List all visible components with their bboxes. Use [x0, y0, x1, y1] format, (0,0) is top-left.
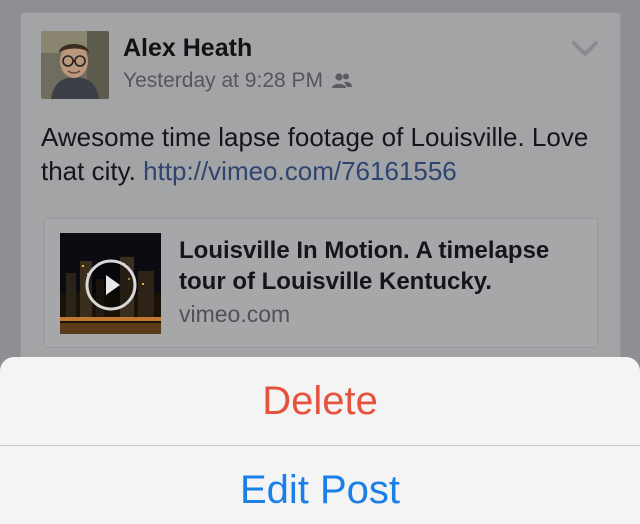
post-body: Awesome time lapse footage of Louisville… — [41, 120, 601, 188]
avatar[interactable] — [41, 31, 109, 99]
friends-icon[interactable] — [331, 72, 353, 90]
link-preview[interactable]: Louisville In Motion. A timelapse tour o… — [44, 218, 598, 348]
post-meta: Yesterday at 9:28 PM — [123, 69, 353, 93]
action-sheet: Delete Edit Post — [0, 357, 640, 524]
play-icon[interactable] — [83, 257, 139, 313]
avatar-image — [41, 31, 109, 99]
post-timestamp[interactable]: Yesterday at 9:28 PM — [123, 69, 323, 93]
delete-button[interactable]: Delete — [0, 357, 640, 445]
edit-post-button[interactable]: Edit Post — [0, 446, 640, 524]
post-card: Alex Heath Yesterday at 9:28 PM Awesome … — [20, 12, 621, 372]
screen: Alex Heath Yesterday at 9:28 PM Awesome … — [0, 0, 640, 524]
link-domain: vimeo.com — [179, 301, 291, 327]
link-title: Louisville In Motion. A timelapse tour o… — [179, 237, 550, 295]
chevron-down-icon[interactable] — [572, 40, 598, 58]
author-name[interactable]: Alex Heath — [123, 34, 252, 63]
post-link[interactable]: http://vimeo.com/76161556 — [143, 156, 457, 186]
